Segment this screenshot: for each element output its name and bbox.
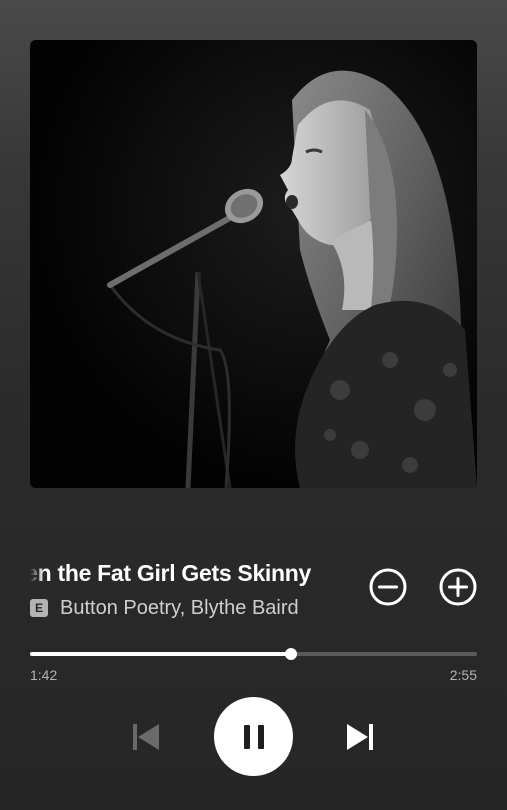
previous-track-button[interactable] xyxy=(130,720,162,754)
progress-scrubber-handle[interactable] xyxy=(284,648,297,660)
track-info: When the Fat Girl Gets Skinny E Button P… xyxy=(30,556,342,624)
plus-circle-button[interactable] xyxy=(438,567,478,607)
track-title-container: When the Fat Girl Gets Skinny xyxy=(30,556,342,592)
play-pause-button[interactable] xyxy=(214,697,293,776)
total-duration: 2:55 xyxy=(449,667,477,683)
playback-progress-bar[interactable] xyxy=(30,648,477,660)
minus-circle-icon xyxy=(369,568,407,606)
next-track-button[interactable] xyxy=(344,720,376,754)
artist-row: E Button Poetry, Blythe Baird xyxy=(30,594,342,622)
elapsed-time: 1:42 xyxy=(30,667,58,683)
progress-fill xyxy=(30,652,291,656)
skip-next-icon xyxy=(347,724,373,750)
skip-previous-icon xyxy=(133,724,159,750)
minus-circle-button[interactable] xyxy=(368,567,408,607)
plus-circle-icon xyxy=(439,568,477,606)
artwork-image xyxy=(30,40,477,488)
track-title[interactable]: When the Fat Girl Gets Skinny xyxy=(30,560,311,587)
pause-icon xyxy=(243,724,264,749)
album-artwork xyxy=(30,40,477,488)
track-artists[interactable]: Button Poetry, Blythe Baird xyxy=(60,597,299,620)
explicit-badge: E xyxy=(30,599,48,617)
